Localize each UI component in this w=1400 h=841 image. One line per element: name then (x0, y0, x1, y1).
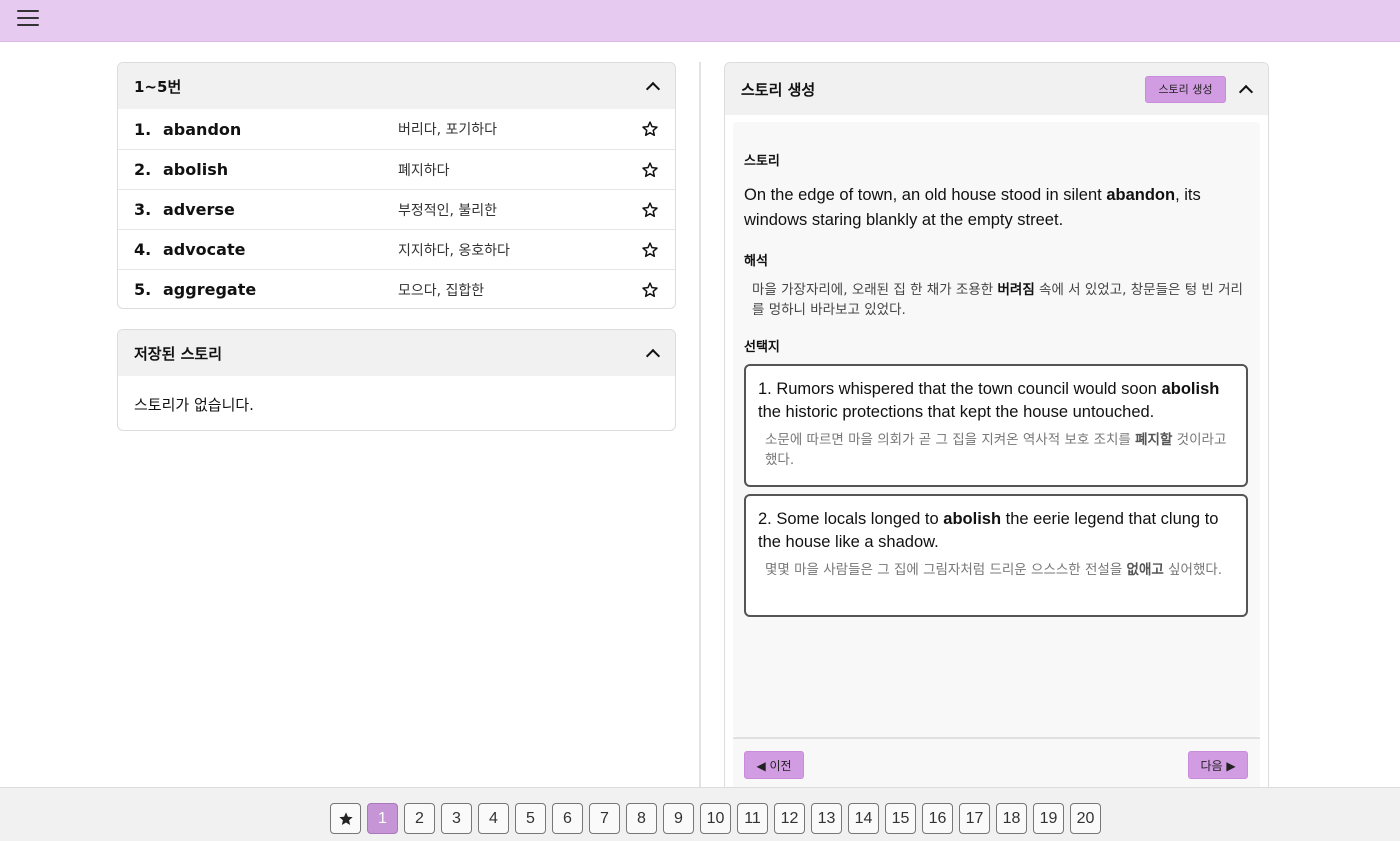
saved-stories-card: 저장된 스토리 스토리가 없습니다. (117, 329, 676, 431)
choice-english: 2. Some locals longed to abolish the eer… (758, 510, 1219, 551)
pagination-bar: 1 2 3 4 5 6 7 8 9 10 11 12 13 14 15 16 17 18 19 20 (0, 787, 1400, 841)
panel-divider (699, 62, 701, 787)
word-meaning: 지지하다, 옹호하다 (398, 242, 510, 259)
chevron-up-icon[interactable] (1238, 82, 1252, 96)
page-button-19[interactable]: 19 (1033, 803, 1064, 834)
page-button-6[interactable]: 6 (552, 803, 583, 834)
star-outline-icon[interactable] (641, 201, 659, 219)
page-button-11[interactable]: 11 (737, 803, 768, 834)
story-panel-header: 스토리 생성 스토리 생성 (725, 63, 1268, 115)
favorites-page-button[interactable] (330, 803, 361, 834)
page-button-13[interactable]: 13 (811, 803, 842, 834)
word-row[interactable]: 5. aggregate 모으다, 집합한 (118, 269, 675, 308)
page-button-4[interactable]: 4 (478, 803, 509, 834)
word-meaning: 버리다, 포기하다 (398, 122, 498, 138)
word-meaning: 부정적인, 불리한 (398, 202, 498, 219)
word-meaning: 모으다, 집합한 (398, 282, 485, 299)
next-button[interactable]: 다음 ▶ (1188, 751, 1248, 779)
page-button-3[interactable]: 3 (441, 803, 472, 834)
generate-story-button[interactable]: 스토리 생성 (1145, 75, 1226, 103)
hamburger-menu-icon[interactable] (17, 10, 39, 26)
page-button-20[interactable]: 20 (1070, 803, 1101, 834)
highlighted-word: abandon (1106, 186, 1176, 204)
word-list-card: 1~5번 1. abandon 버리다, 포기하다 2. abolish 폐지하다 3. ad… (117, 62, 676, 309)
page-button-15[interactable]: 15 (885, 803, 916, 834)
word-number: 5. (134, 280, 152, 299)
star-outline-icon[interactable] (641, 161, 659, 179)
translation-text: 마을 가장자리에, 오래된 집 한 채가 조용한 버려짐 속에 서 있었고, 창… (752, 282, 1243, 318)
word-number: 4. (134, 240, 152, 259)
word-english: adverse (163, 200, 235, 219)
choice-option-2[interactable]: 2. Some locals longed to abolish the eer… (744, 494, 1248, 617)
page-button-9[interactable]: 9 (663, 803, 694, 834)
choice-english: 1. Rumors whispered that the town counci… (758, 380, 1220, 421)
chevron-up-icon[interactable] (645, 346, 659, 360)
page-button-1[interactable]: 1 (367, 803, 398, 834)
saved-stories-header[interactable]: 저장된 스토리 (118, 330, 675, 376)
star-outline-icon[interactable] (641, 120, 659, 138)
page-button-5[interactable]: 5 (515, 803, 546, 834)
word-list-title: 1~5번 (134, 77, 182, 96)
previous-button[interactable]: ◀ 이전 (744, 751, 804, 779)
story-panel-title: 스토리 생성 (741, 80, 816, 99)
word-row[interactable]: 3. adverse 부정적인, 불리한 (118, 189, 675, 229)
word-row[interactable]: 1. abandon 버리다, 포기하다 (118, 109, 675, 149)
word-list: 1. abandon 버리다, 포기하다 2. abolish 폐지하다 3. adverse… (118, 109, 675, 308)
page-button-16[interactable]: 16 (922, 803, 953, 834)
highlighted-word: 버려짐 (997, 282, 1035, 298)
translation-label: 해석 (744, 254, 768, 269)
story-content: 스토리 On the edge of town, an old house st… (733, 122, 1260, 737)
choice-korean: 몇몇 마을 사람들은 그 집에 그림자처럼 드리운 으스스한 전설을 없애고 싶… (765, 562, 1223, 578)
word-english: abolish (163, 160, 229, 179)
word-english: abandon (163, 119, 242, 139)
top-bar (0, 0, 1400, 42)
word-number: 3. (134, 200, 152, 219)
word-list-header[interactable]: 1~5번 (118, 63, 675, 109)
story-label: 스토리 (744, 154, 780, 169)
page-button-17[interactable]: 17 (959, 803, 990, 834)
saved-stories-empty: 스토리가 없습니다. (134, 396, 254, 414)
story-text: On the edge of town, an old house stood … (744, 186, 1201, 229)
page-button-18[interactable]: 18 (996, 803, 1027, 834)
word-number: 1. (134, 119, 152, 139)
word-row[interactable]: 2. abolish 폐지하다 (118, 149, 675, 189)
choice-option-1[interactable]: 1. Rumors whispered that the town counci… (744, 364, 1248, 487)
page-button-12[interactable]: 12 (774, 803, 805, 834)
saved-stories-title: 저장된 스토리 (134, 344, 223, 363)
page-button-10[interactable]: 10 (700, 803, 731, 834)
page-button-8[interactable]: 8 (626, 803, 657, 834)
star-outline-icon[interactable] (641, 281, 659, 299)
word-meaning: 폐지하다 (398, 162, 450, 179)
word-number: 2. (134, 160, 152, 179)
choice-korean: 소문에 따르면 마을 의회가 곧 그 집을 지켜온 역사적 보호 조치를 폐지할… (765, 432, 1227, 468)
word-row[interactable]: 4. advocate 지지하다, 옹호하다 (118, 229, 675, 269)
word-english: aggregate (163, 280, 257, 299)
page-button-14[interactable]: 14 (848, 803, 879, 834)
word-english: advocate (163, 240, 246, 259)
page-button-7[interactable]: 7 (589, 803, 620, 834)
chevron-up-icon[interactable] (645, 79, 659, 93)
choices-label: 선택지 (744, 340, 780, 355)
story-nav-footer: ◀ 이전 다음 ▶ (733, 737, 1260, 787)
star-outline-icon[interactable] (641, 241, 659, 259)
star-filled-icon (338, 811, 353, 825)
page-button-2[interactable]: 2 (404, 803, 435, 834)
